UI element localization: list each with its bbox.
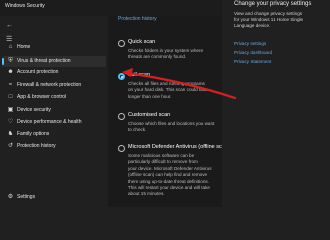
quick-scan-radio[interactable] [118, 40, 125, 47]
sidebar-item-protection-history[interactable]: ↺ Protection history [2, 141, 106, 152]
browser-icon: □ [8, 94, 13, 100]
offline-scan-label: Microsoft Defender Antivirus (offline sc… [128, 144, 230, 150]
sidebar-item-label: Firewall & network protection [17, 82, 82, 88]
sidebar-item-label: Protection history [17, 143, 56, 149]
customised-scan-label: Customised scan [128, 112, 171, 118]
description-line: Language device. [234, 23, 271, 28]
sidebar-item-settings[interactable]: ⚙ Settings [2, 192, 106, 203]
sidebar-item-label: Home [17, 44, 31, 50]
wifi-icon: ≈ [8, 82, 13, 88]
sidebar: ← ☰ ⌂ Home ⛨ Virus & threat protection ☻… [0, 16, 108, 207]
sidebar-item-label: Virus & threat protection [17, 58, 71, 64]
description-line: longer than one hour. [128, 93, 172, 99]
sidebar-item-family-options[interactable]: ♞ Family options [2, 129, 106, 140]
sidebar-item-firewall-network-protection[interactable]: ≈ Firewall & network protection [2, 80, 106, 91]
sidebar-item-virus-threat-protection[interactable]: ⛨ Virus & threat protection [2, 56, 106, 67]
sidebar-item-label: Settings [17, 194, 36, 200]
breadcrumb-link[interactable]: Protection history [118, 16, 157, 22]
full-scan-description: Checks all files and running programs on… [128, 81, 224, 100]
privacy-heading: Change your privacy settings [234, 1, 312, 7]
customised-scan-radio[interactable] [118, 113, 125, 120]
full-scan-radio[interactable] [118, 73, 125, 80]
privacy-side-panel: Change your privacy settings View and ch… [222, 0, 330, 207]
description-line: about 15 minutes. [128, 191, 165, 197]
sidebar-item-label: Device performance & health [17, 119, 82, 125]
heart-icon: ♡ [7, 119, 14, 125]
scan-options-panel: Protection history Quick scan Checks fol… [108, 16, 230, 207]
sidebar-item-home[interactable]: ⌂ Home [2, 42, 106, 53]
privacy-description: View and change privacy settings for you… [234, 11, 324, 29]
description-line: to check. [128, 127, 147, 133]
quick-scan-label: Quick scan [128, 39, 156, 45]
privacy-dashboard-link[interactable]: Privacy dashboard [234, 50, 272, 55]
privacy-settings-link[interactable]: Privacy settings [234, 41, 266, 46]
back-arrow-icon[interactable]: ← [6, 22, 13, 29]
sidebar-item-device-security[interactable]: ▣ Device security [2, 105, 106, 116]
sidebar-item-label: Account protection [17, 69, 59, 75]
description-line: threats are commonly found. [128, 54, 187, 60]
customised-scan-description: Choose which files and locations you wan… [128, 121, 224, 134]
active-indicator [2, 58, 4, 65]
sidebar-item-label: App & browser control [17, 94, 67, 100]
device-icon: ▣ [7, 107, 14, 113]
history-icon: ↺ [7, 143, 14, 149]
offline-scan-description: Some malicious software can be particula… [128, 153, 224, 198]
offline-scan-radio[interactable] [118, 145, 125, 152]
person-icon: ☻ [7, 69, 14, 75]
family-icon: ♞ [7, 131, 14, 137]
sidebar-item-account-protection[interactable]: ☻ Account protection [2, 67, 106, 78]
app-title: Windows Security [5, 3, 45, 9]
sidebar-item-device-performance-health[interactable]: ♡ Device performance & health [2, 117, 106, 128]
sidebar-item-label: Device security [17, 107, 51, 113]
shield-icon: ⛨ [8, 58, 13, 64]
privacy-statement-link[interactable]: Privacy Statement [234, 59, 271, 64]
quick-scan-description: Checks folders in your system where thre… [128, 48, 224, 61]
home-icon: ⌂ [8, 44, 13, 50]
gear-icon: ⚙ [7, 194, 14, 200]
full-scan-label: Full scan [128, 72, 151, 78]
sidebar-item-label: Family options [17, 131, 50, 137]
sidebar-item-app-browser-control[interactable]: □ App & browser control [2, 92, 106, 103]
